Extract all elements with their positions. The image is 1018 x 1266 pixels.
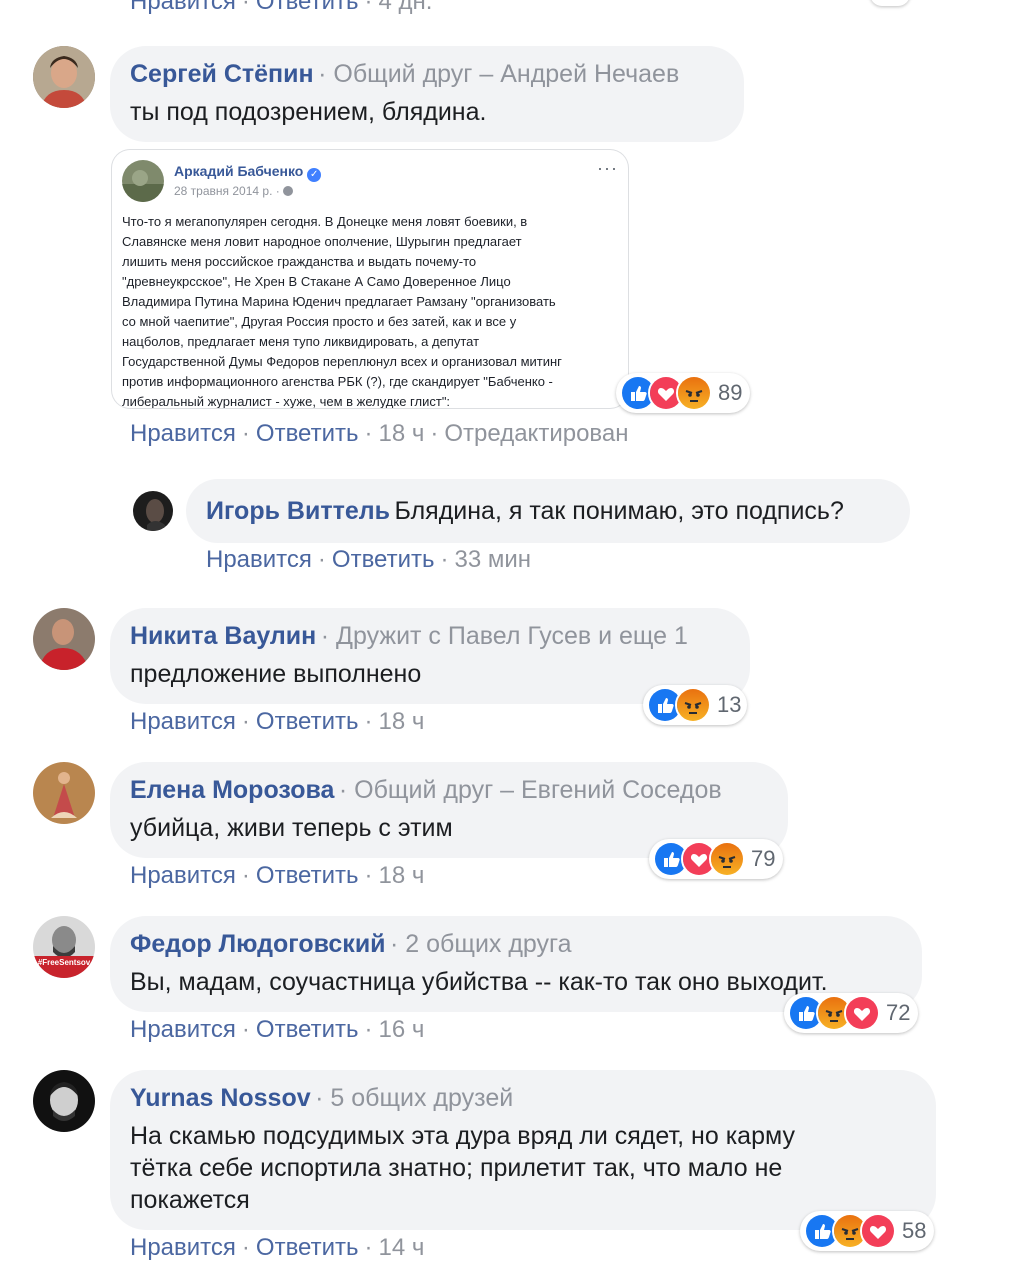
- comment-text-line: тётка себе испортила знатно; прилетит та…: [130, 1154, 783, 1182]
- reaction-count: 79: [751, 846, 776, 871]
- like-link[interactable]: Нравится: [130, 0, 236, 15]
- reaction-count: 72: [886, 1000, 911, 1025]
- embedded-avatar: [122, 160, 164, 202]
- reply-link[interactable]: Ответить: [256, 708, 359, 735]
- reactions-summary[interactable]: 58: [800, 1211, 934, 1251]
- reaction-count: 13: [717, 692, 742, 717]
- mutual-friend-info: 2 общих друга: [405, 930, 572, 958]
- like-link[interactable]: Нравится: [130, 1016, 236, 1043]
- reply-link[interactable]: Ответить: [256, 1234, 359, 1261]
- partial-reaction-badge: [870, 0, 910, 6]
- comment-actions: Нравится · Ответить · 18 ч · Отредактирован: [130, 420, 629, 447]
- reply-bubble: Игорь Виттель Блядина, я так понимаю, эт…: [186, 479, 910, 543]
- embedded-date: 28 травня 2014 р. ·: [174, 184, 280, 198]
- avatar[interactable]: [33, 1070, 95, 1132]
- love-icon: [844, 995, 880, 1031]
- author-name[interactable]: Никита Ваулин: [130, 622, 316, 650]
- author-name[interactable]: Федор Людоговский: [130, 930, 386, 958]
- embedded-post-text: Что-то я мегапопулярен сегодня. В Донецк…: [122, 214, 562, 408]
- like-link[interactable]: Нравится: [130, 1234, 236, 1261]
- embedded-author: Аркадий Бабченко: [174, 163, 304, 179]
- angry-icon: [709, 841, 745, 877]
- comment-text: убийца, живи теперь с этим: [130, 814, 453, 842]
- comment-actions: Нравится · Ответить · 33 мин: [206, 546, 532, 573]
- reply-link[interactable]: Ответить: [256, 1016, 359, 1043]
- comment-bubble: Сергей Стёпин · Общий друг – Андрей Неча…: [110, 46, 744, 142]
- comment-text: предложение выполнено: [130, 660, 422, 688]
- more-options-icon: ···: [597, 158, 618, 178]
- avatar[interactable]: [33, 46, 95, 108]
- avatar[interactable]: [33, 762, 95, 824]
- angry-icon: [676, 375, 712, 411]
- author-name[interactable]: Yurnas Nossov: [130, 1084, 311, 1112]
- author-name[interactable]: Сергей Стёпин: [130, 60, 314, 88]
- avatar[interactable]: [133, 491, 173, 531]
- mutual-friend-info: Общий друг – Андрей Нечаев: [333, 60, 680, 88]
- reaction-count: 58: [902, 1218, 927, 1243]
- mutual-friend-info: Общий друг – Евгений Соседов: [354, 776, 722, 804]
- comment-text-line: покажется: [130, 1186, 250, 1214]
- comment-actions: Нравится · Ответить · 18 ч: [130, 862, 425, 889]
- reply-link[interactable]: Ответить: [256, 420, 359, 447]
- reply-link[interactable]: Ответить: [332, 546, 435, 573]
- angry-icon: [675, 687, 711, 723]
- mutual-friend-info: Дружит с Павел Гусев и еще 1: [336, 622, 688, 650]
- like-link[interactable]: Нравится: [206, 546, 312, 573]
- embedded-post-image[interactable]: Аркадий Бабченко ✓ 28 травня 2014 р. · ·…: [112, 150, 628, 408]
- reactions-summary[interactable]: 13: [643, 685, 747, 725]
- reactions-summary[interactable]: 72: [784, 993, 918, 1033]
- like-link[interactable]: Нравится: [130, 708, 236, 735]
- reply-link[interactable]: Ответить: [256, 862, 359, 889]
- like-link[interactable]: Нравится: [130, 420, 236, 447]
- author-name[interactable]: Елена Морозова: [130, 776, 334, 804]
- edited-label[interactable]: Отредактирован: [444, 420, 628, 447]
- reactions-summary[interactable]: 89: [616, 373, 750, 413]
- timestamp[interactable]: 18 ч: [379, 862, 425, 889]
- timestamp[interactable]: 18 ч: [379, 420, 425, 447]
- comment-bubble: Yurnas Nossov · 5 общих друзей На скамью…: [110, 1070, 936, 1230]
- avatar-overlay-text: #FreeSentsov: [37, 958, 91, 967]
- timestamp[interactable]: 14 ч: [379, 1234, 425, 1261]
- love-icon: [860, 1213, 896, 1249]
- comment-text: ты под подозрением, блядина.: [130, 98, 487, 126]
- timestamp[interactable]: 33 мин: [455, 546, 532, 573]
- reaction-count: 89: [718, 380, 743, 405]
- like-link[interactable]: Нравится: [130, 862, 236, 889]
- top-partial-actions: Нравится · Ответить · 4 дн.: [130, 0, 432, 16]
- verified-icon: ✓: [307, 168, 322, 182]
- comment-text-line: На скамью подсудимых эта дура вряд ли ся…: [130, 1122, 795, 1150]
- mutual-friend-info: 5 общих друзей: [330, 1084, 514, 1112]
- avatar[interactable]: [33, 608, 95, 670]
- comment-text: Блядина, я так понимаю, это подпись?: [394, 497, 844, 525]
- avatar[interactable]: #FreeSentsov: [33, 916, 95, 978]
- comment-text: Вы, мадам, соучастница убийства -- как-т…: [130, 968, 828, 996]
- comment-actions: Нравится · Ответить · 18 ч: [130, 708, 425, 735]
- timestamp[interactable]: 18 ч: [379, 708, 425, 735]
- reply-link[interactable]: Ответить: [256, 0, 359, 15]
- author-name[interactable]: Игорь Виттель: [206, 497, 390, 525]
- comment-actions: Нравится · Ответить · 14 ч: [130, 1234, 425, 1261]
- globe-icon: [283, 186, 294, 196]
- reactions-summary[interactable]: 79: [649, 839, 783, 879]
- timestamp: 4 дн.: [378, 0, 433, 15]
- timestamp[interactable]: 16 ч: [379, 1016, 425, 1043]
- comment-actions: Нравится · Ответить · 16 ч: [130, 1016, 425, 1043]
